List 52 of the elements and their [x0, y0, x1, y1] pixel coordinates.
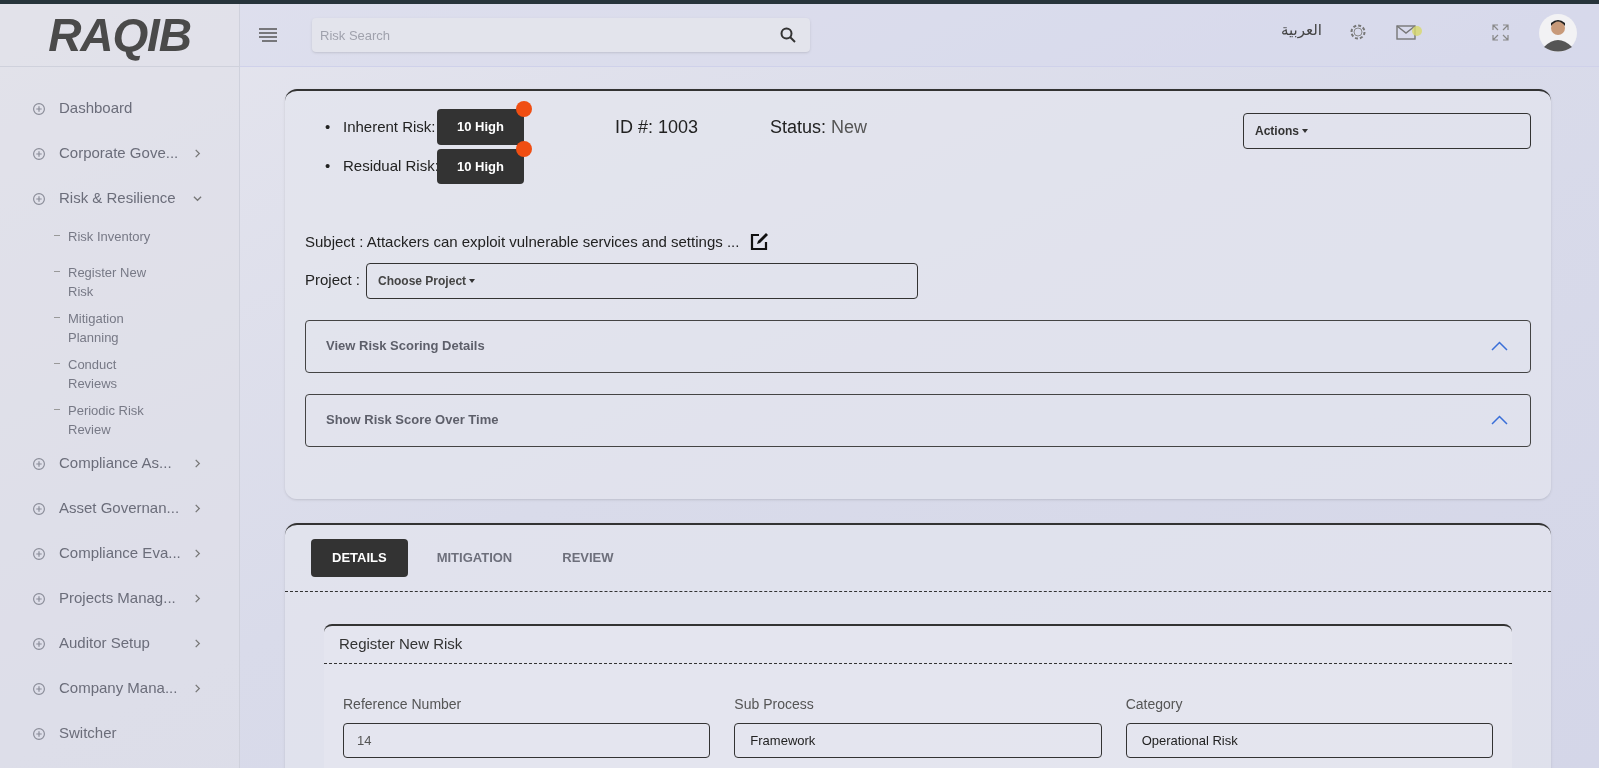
field-label: Category [1125, 695, 1184, 714]
sidebar-item[interactable]: Compliance As... [59, 452, 189, 475]
risk-status: Status: New [770, 116, 868, 139]
field-label: Reference Number [343, 695, 463, 714]
dash-icon [54, 235, 60, 236]
submenu-item[interactable]: Register New Risk [68, 263, 168, 301]
dash-icon [54, 271, 60, 272]
dash-icon [54, 409, 60, 410]
project-dropdown[interactable]: Choose Project [366, 262, 919, 299]
language-link[interactable]: العربية [1281, 18, 1322, 42]
sidebar-item[interactable]: Auditor Setup [59, 632, 189, 655]
sidebar-item[interactable]: Switcher [59, 722, 189, 745]
avatar-icon[interactable] [1539, 14, 1577, 52]
actions-dropdown[interactable]: Actions [1243, 113, 1531, 149]
project-label: Project : [305, 270, 361, 291]
accordion-header[interactable]: Show Risk Score Over Time [305, 393, 1531, 447]
submenu-item[interactable]: Conduct Reviews [68, 355, 168, 393]
search-field[interactable]: Risk Search [312, 18, 810, 52]
sidebar-item[interactable]: Asset Governan... [59, 497, 189, 520]
sidebar-item[interactable]: Projects Manag... [59, 587, 189, 610]
field-label: Sub Process [734, 695, 815, 714]
risk-id: ID #: 1003 [615, 116, 699, 139]
tab[interactable]: MITIGATION [415, 539, 534, 577]
accordion-header[interactable]: View Risk Scoring Details [305, 319, 1531, 373]
fullscreen-icon[interactable] [1492, 23, 1509, 41]
edit-icon[interactable] [749, 232, 770, 253]
submenu-item[interactable]: Periodic Risk Review [68, 401, 168, 439]
sidebar-item[interactable]: Dashboard [59, 97, 189, 120]
mail-icon[interactable] [1396, 24, 1416, 40]
sidebar-item[interactable]: Corporate Gove... [59, 142, 189, 165]
dash-icon [54, 317, 60, 318]
bullet-icon: • [325, 115, 339, 138]
sidebar-item[interactable]: Company Mana... [59, 677, 189, 700]
sidebar-item[interactable]: Compliance Eva... [59, 542, 189, 565]
settings-icon[interactable] [1348, 22, 1368, 42]
caret-icon [469, 278, 476, 283]
submenu-item[interactable]: Risk Inventory [68, 227, 168, 246]
input-field[interactable]: Operational Risk [1125, 723, 1493, 758]
bullet-icon: • [325, 155, 339, 178]
tab[interactable]: REVIEW [541, 539, 635, 577]
search-icon[interactable] [780, 27, 796, 43]
dash-icon [54, 363, 60, 364]
tab[interactable]: DETAILS [311, 539, 408, 577]
subject-text: Subject : Attackers can exploit vulnerable services and settings ... [305, 232, 740, 252]
input-field[interactable]: 14 [343, 723, 711, 758]
sidebar-item[interactable]: Risk & Resilience [59, 187, 189, 210]
menu-icon[interactable] [258, 28, 278, 42]
submenu-item[interactable]: Mitigation Planning [68, 309, 168, 347]
form-title: Register New Risk [339, 634, 463, 655]
score-label: Inherent Risk: [343, 116, 433, 137]
caret-icon [1302, 129, 1308, 133]
input-field[interactable]: Framework [734, 723, 1102, 758]
